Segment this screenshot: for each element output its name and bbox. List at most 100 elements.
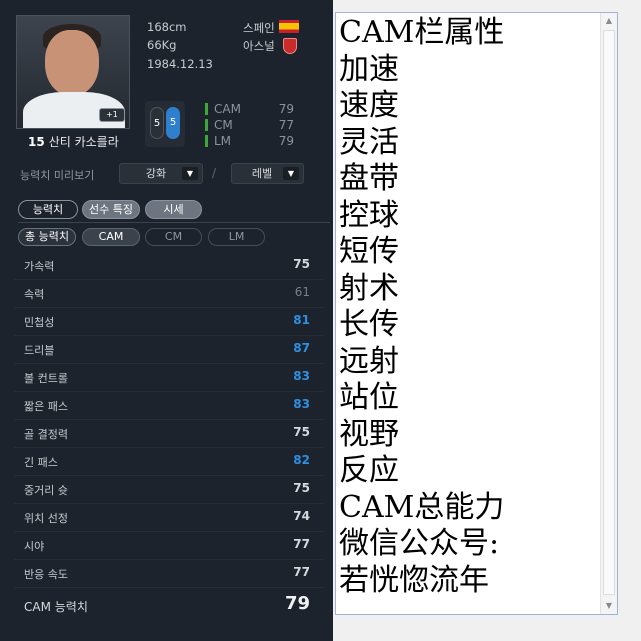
total-rating-row: CAM 능력치 79 <box>14 592 324 620</box>
position-value: 79 <box>278 102 294 116</box>
vertical-scrollbar[interactable]: ▲ ▼ <box>600 13 617 614</box>
chevron-down-icon: ▼ <box>283 167 299 180</box>
player-weight: 66Kg <box>147 38 177 52</box>
stat-name: 민첩성 <box>24 316 55 329</box>
stat-name: 위치 선정 <box>24 512 68 525</box>
stat-value: 74 <box>293 509 310 523</box>
stat-row: 시야 77 <box>14 532 324 560</box>
stat-value: 81 <box>293 313 310 327</box>
scroll-up-arrow-icon[interactable]: ▲ <box>601 13 617 29</box>
note-line: 视野 <box>339 416 399 452</box>
player-height: 168cm <box>147 20 187 34</box>
position-row: CAM 79 <box>205 102 294 116</box>
position-value: 77 <box>278 118 294 132</box>
stat-list: 가속력 75 속력 61 민첩성 81 드리블 87 볼 컨트롤 83 짧은 패스 83 골 결정력 75… <box>14 252 324 588</box>
stat-value: 75 <box>293 481 310 495</box>
level-dropdown-label: 레벨 <box>251 167 273 180</box>
stat-value: 83 <box>293 397 310 411</box>
right-foot-rating: 5 <box>166 107 180 139</box>
stat-name: 짧은 패스 <box>24 400 68 413</box>
stat-preview-label: 능력치 미리보기 <box>20 169 95 182</box>
stat-row: 드리블 87 <box>14 336 324 364</box>
stat-name: 골 결정력 <box>24 428 68 441</box>
note-line: 远射 <box>339 343 399 379</box>
stat-value: 77 <box>293 565 310 579</box>
total-rating-value: 79 <box>284 593 310 614</box>
stat-value: 82 <box>293 453 310 467</box>
player-info-panel: +1 15 산티 카소를라 168cm 66Kg 1984.12.13 스페인 … <box>0 0 333 641</box>
segment-cm[interactable]: CM <box>145 228 202 246</box>
note-line: 控球 <box>339 197 399 233</box>
position-row: LM 79 <box>205 134 294 148</box>
position-name: LM <box>214 134 232 148</box>
grade-badge: +1 <box>99 108 125 122</box>
stat-row: 위치 선정 74 <box>14 504 324 532</box>
stat-row: 속력 61 <box>14 280 324 308</box>
note-line: 加速 <box>339 51 399 87</box>
stat-name: 반응 속도 <box>24 568 68 581</box>
tab-market-price[interactable]: 시세 <box>145 200 202 219</box>
note-line: 站位 <box>339 380 399 415</box>
stat-value: 75 <box>293 425 310 439</box>
note-line: 灵活 <box>339 124 399 160</box>
stat-row: 가속력 75 <box>14 252 324 280</box>
stat-value: 77 <box>293 537 310 551</box>
position-name: CM <box>214 118 233 132</box>
position-name: CAM <box>214 102 241 116</box>
stat-row: 긴 패스 82 <box>14 448 324 476</box>
spain-flag-icon <box>279 20 299 33</box>
position-bar <box>205 119 208 131</box>
segment-cam[interactable]: CAM <box>82 228 140 246</box>
stat-row: 중거리 슛 75 <box>14 476 324 504</box>
player-photo: +1 <box>16 15 130 129</box>
stat-name: 볼 컨트롤 <box>24 372 68 385</box>
segment-lm[interactable]: LM <box>208 228 265 246</box>
stat-row: 짧은 패스 83 <box>14 392 324 420</box>
club-crest-icon <box>283 38 297 54</box>
player-name-row: 15 산티 카소를라 <box>28 133 119 150</box>
note-line: 微信公众号: <box>339 526 500 561</box>
chevron-down-icon: ▼ <box>182 167 198 180</box>
notepad-window: CAM栏属性 加速 速度 灵活 盘带 控球 短传 射术 长传 远射 站位 视野 反应 CAM总能力 微信公众… <box>335 12 618 615</box>
position-bar <box>205 135 208 147</box>
scroll-thumb[interactable] <box>603 30 615 595</box>
scroll-down-arrow-icon[interactable]: ▼ <box>601 598 617 614</box>
position-value: 79 <box>278 134 294 148</box>
note-line: 长传 <box>339 307 399 342</box>
stat-name: 드리블 <box>24 344 55 357</box>
stat-row: 골 결정력 75 <box>14 420 324 448</box>
note-line: 射术 <box>339 270 399 306</box>
position-row: CM 77 <box>205 118 294 132</box>
tab-stats[interactable]: 능력치 <box>18 200 78 219</box>
level-dropdown[interactable]: 레벨 ▼ <box>231 163 304 184</box>
tab-player-traits[interactable]: 선수 특징 <box>82 200 140 219</box>
note-line: CAM栏属性 <box>339 15 505 50</box>
stat-name: 시야 <box>24 540 45 553</box>
stat-name: 가속력 <box>24 260 55 273</box>
stat-name: 긴 패스 <box>24 456 58 469</box>
player-nation: 스페인 <box>243 21 275 35</box>
note-line: 若恍惚流年 <box>339 562 489 598</box>
total-rating-label: CAM 능력치 <box>24 600 88 614</box>
stat-row: 민첩성 81 <box>14 308 324 336</box>
note-line: CAM总能力 <box>339 489 505 525</box>
note-line: 盘带 <box>339 161 399 196</box>
total-stats-button[interactable]: 총 능력치 <box>18 228 76 246</box>
stat-value: 87 <box>293 341 310 355</box>
note-line: 速度 <box>339 88 399 123</box>
enhance-dropdown-label: 강화 <box>145 167 167 180</box>
stat-row: 반응 속도 77 <box>14 560 324 588</box>
player-club: 아스널 <box>243 39 275 53</box>
note-line: 短传 <box>339 234 399 269</box>
weak-foot-indicator: 5 5 <box>145 101 185 147</box>
player-name: 산티 카소를라 <box>48 135 119 149</box>
stat-name: 중거리 슛 <box>24 484 68 497</box>
note-text-area[interactable]: CAM栏属性 加速 速度 灵活 盘带 控球 短传 射术 长传 远射 站位 视野 反应 CAM总能力 微信公众… <box>339 15 601 599</box>
player-birthdate: 1984.12.13 <box>147 57 213 71</box>
stat-row: 볼 컨트롤 83 <box>14 364 324 392</box>
stat-value: 61 <box>294 285 310 299</box>
player-number: 15 <box>28 134 45 149</box>
stat-name: 속력 <box>24 288 45 301</box>
enhance-dropdown[interactable]: 강화 ▼ <box>119 163 203 184</box>
note-line: 反应 <box>339 453 399 488</box>
